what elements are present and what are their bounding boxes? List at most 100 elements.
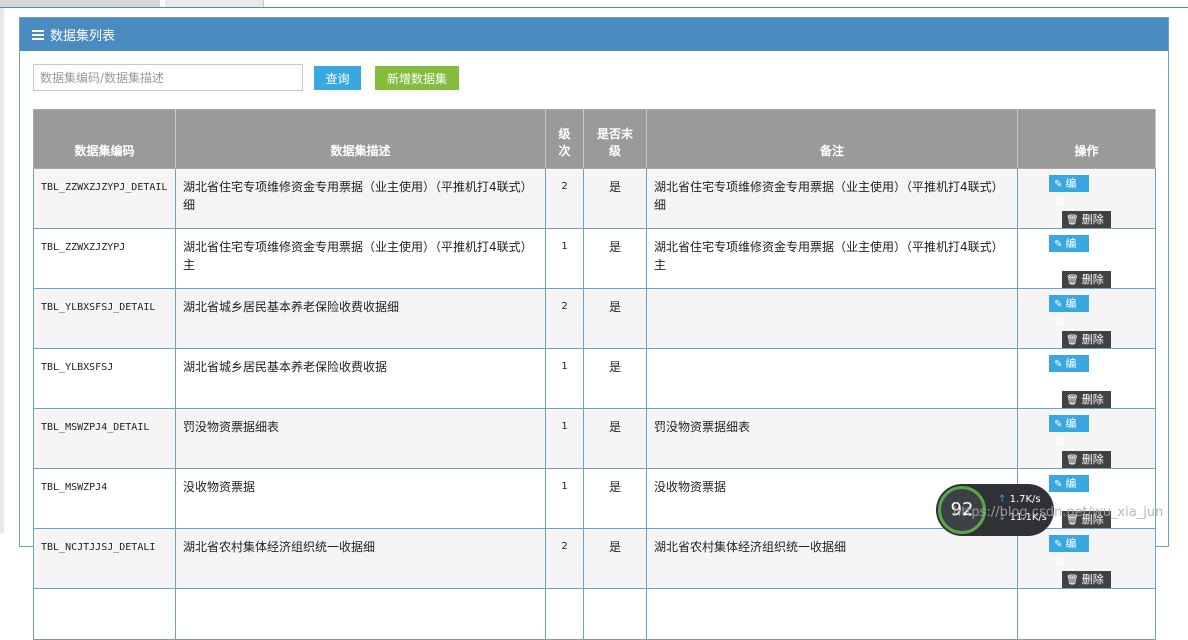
pencil-icon: ✎ — [1054, 179, 1063, 190]
cell-remark — [646, 288, 1018, 349]
cell-level: 1 — [545, 468, 584, 529]
pencil-icon: ✎ — [1054, 479, 1063, 490]
delete-button[interactable]: 🗑 删除 — [1062, 331, 1111, 348]
col-header-code[interactable]: 数据集编码 — [33, 109, 176, 169]
cell-remark — [646, 348, 1018, 409]
query-button[interactable]: 查询 — [314, 66, 361, 90]
trash-icon: 🗑 — [1066, 335, 1079, 346]
cell-desc: 湖北省城乡居民基本养老保险收费收据 — [175, 348, 546, 409]
delete-button[interactable]: 🗑 删除 — [1062, 271, 1111, 288]
cell-desc — [175, 588, 546, 640]
cell-code: TBL_MSWZPJ4_DETAIL — [33, 408, 176, 469]
cell-leaf: 是 — [583, 168, 647, 229]
delete-label: 删除 — [1081, 393, 1104, 406]
table-row[interactable]: TBL_YLBXSFSJ_DETAIL 湖北省城乡居民基本养老保险收费收据细 2… — [33, 288, 1156, 349]
cell-level: 1 — [545, 228, 584, 289]
cell-leaf: 是 — [583, 468, 647, 529]
pencil-icon: ✎ — [1054, 239, 1063, 250]
edit-button[interactable]: ✎ 编辑 — [1049, 175, 1089, 208]
cell-code: TBL_MSWZPJ4 — [33, 468, 176, 529]
cell-actions: ✎ 编辑 🗑 删除 — [1017, 408, 1156, 469]
cell-desc: 湖北省住宅专项维修资金专用票据（业主使用）（平推机打4联式）细 — [175, 168, 546, 229]
pencil-icon: ✎ — [1054, 419, 1063, 430]
pencil-icon: ✎ — [1054, 539, 1063, 550]
cell-remark: 罚没物资票据细表 — [646, 408, 1018, 469]
table-row[interactable]: TBL_MSWZPJ4_DETAIL 罚没物资票据细表 1 是 罚没物资票据细表… — [33, 408, 1156, 469]
cell-leaf: 是 — [583, 228, 647, 289]
cell-leaf: 是 — [583, 528, 647, 589]
cell-desc: 湖北省城乡居民基本养老保险收费收据细 — [175, 288, 546, 349]
trash-icon: 🗑 — [1066, 275, 1079, 286]
list-menu-icon — [32, 29, 44, 40]
panel-title: 数据集列表 — [50, 29, 116, 44]
cell-actions: ✎ 编辑 🗑 删除 — [1017, 228, 1156, 289]
trash-icon: 🗑 — [1066, 395, 1079, 406]
cell-desc: 湖北省农村集体经济组织统一收据细 — [175, 528, 546, 589]
col-header-leaf[interactable]: 是否末 级 — [583, 109, 647, 169]
edit-button[interactable]: ✎ 编辑 — [1049, 235, 1089, 268]
cell-actions — [1017, 588, 1156, 640]
cell-actions: ✎ 编辑 🗑 删除 — [1017, 168, 1156, 229]
cell-desc: 没收物资票据 — [175, 468, 546, 529]
cell-actions: ✎ 编辑 🗑 删除 — [1017, 528, 1156, 589]
cell-remark: 湖北省农村集体经济组织统一收据细 — [646, 528, 1018, 589]
delete-button[interactable]: 🗑 删除 — [1062, 451, 1111, 468]
trash-icon: 🗑 — [1066, 575, 1079, 586]
panel-header: 数据集列表 — [20, 18, 1168, 51]
tab-bar — [0, 0, 1188, 8]
cell-level: 2 — [545, 168, 584, 229]
edit-button[interactable]: ✎ 编辑 — [1049, 295, 1089, 328]
cell-leaf: 是 — [583, 348, 647, 409]
delete-label: 删除 — [1081, 213, 1104, 226]
cell-level — [545, 588, 584, 640]
pencil-icon: ✎ — [1054, 359, 1063, 370]
table-header-row: 数据集编码 数据集描述 级 次 是否末 级 备注 操作 — [33, 109, 1156, 169]
up-arrow-icon: ↑ — [998, 494, 1007, 505]
delete-button[interactable]: 🗑 删除 — [1062, 391, 1111, 408]
cell-desc: 罚没物资票据细表 — [175, 408, 546, 469]
dataset-list-panel: 数据集列表 查询 新增数据集 数据集编码 数据集描述 级 次 是否末 级 备注 — [19, 17, 1169, 640]
edit-button[interactable]: ✎ 编辑 — [1049, 355, 1089, 388]
table-row[interactable]: TBL_NCJTJJSJ_DETALI 湖北省农村集体经济组织统一收据细 2 是… — [33, 528, 1156, 589]
table-row[interactable]: TBL_ZZWXZJZYPJ 湖北省住宅专项维修资金专用票据（业主使用）（平推机… — [33, 228, 1156, 289]
cell-remark: 湖北省住宅专项维修资金专用票据（业主使用）（平推机打4联式）细 — [646, 168, 1018, 229]
search-input[interactable] — [33, 64, 303, 91]
cell-remark — [646, 588, 1018, 640]
table-row[interactable]: TBL_YLBXSFSJ 湖北省城乡居民基本养老保险收费收据 1 是 ✎ 编辑 🗑… — [33, 348, 1156, 409]
cell-level: 2 — [545, 288, 584, 349]
cell-level: 2 — [545, 528, 584, 589]
table-row[interactable] — [33, 588, 1156, 640]
watermark-text: https://blog.csdn.net/wu_xia_jun — [953, 505, 1164, 520]
cell-code: TBL_ZZWXZJZYPJ — [33, 228, 176, 289]
cell-desc: 湖北省住宅专项维修资金专用票据（业主使用）（平推机打4联式）主 — [175, 228, 546, 289]
cell-code: TBL_NCJTJJSJ_DETALI — [33, 528, 176, 589]
edit-button[interactable]: ✎ 编辑 — [1049, 475, 1089, 508]
cell-leaf: 是 — [583, 408, 647, 469]
delete-label: 删除 — [1081, 573, 1104, 586]
cell-leaf — [583, 588, 647, 640]
tab-item[interactable] — [165, 0, 264, 7]
dataset-table: 数据集编码 数据集描述 级 次 是否末 级 备注 操作 TBL_ZZWXZJZY… — [33, 109, 1156, 640]
delete-button[interactable]: 🗑 删除 — [1062, 211, 1111, 228]
delete-label: 删除 — [1081, 273, 1104, 286]
col-header-desc[interactable]: 数据集描述 — [175, 109, 546, 169]
edit-button[interactable]: ✎ 编辑 — [1049, 535, 1089, 568]
tab-item[interactable] — [0, 0, 160, 7]
delete-label: 删除 — [1081, 333, 1104, 346]
delete-label: 删除 — [1081, 453, 1104, 466]
col-header-level[interactable]: 级 次 — [545, 109, 584, 169]
delete-button[interactable]: 🗑 删除 — [1062, 571, 1111, 588]
table-row[interactable]: TBL_ZZWXZJZYPJ_DETAIL 湖北省住宅专项维修资金专用票据（业主… — [33, 168, 1156, 229]
cell-actions: ✎ 编辑 🗑 删除 — [1017, 288, 1156, 349]
trash-icon: 🗑 — [1066, 215, 1079, 226]
cell-code — [33, 588, 176, 640]
add-dataset-button[interactable]: 新增数据集 — [375, 66, 459, 90]
cell-code: TBL_YLBXSFSJ_DETAIL — [33, 288, 176, 349]
pencil-icon: ✎ — [1054, 299, 1063, 310]
cell-actions: ✎ 编辑 🗑 删除 — [1017, 348, 1156, 409]
col-header-remark[interactable]: 备注 — [646, 109, 1018, 169]
edit-button[interactable]: ✎ 编辑 — [1049, 415, 1089, 448]
cell-level: 1 — [545, 408, 584, 469]
cell-level: 1 — [545, 348, 584, 409]
cell-leaf: 是 — [583, 288, 647, 349]
